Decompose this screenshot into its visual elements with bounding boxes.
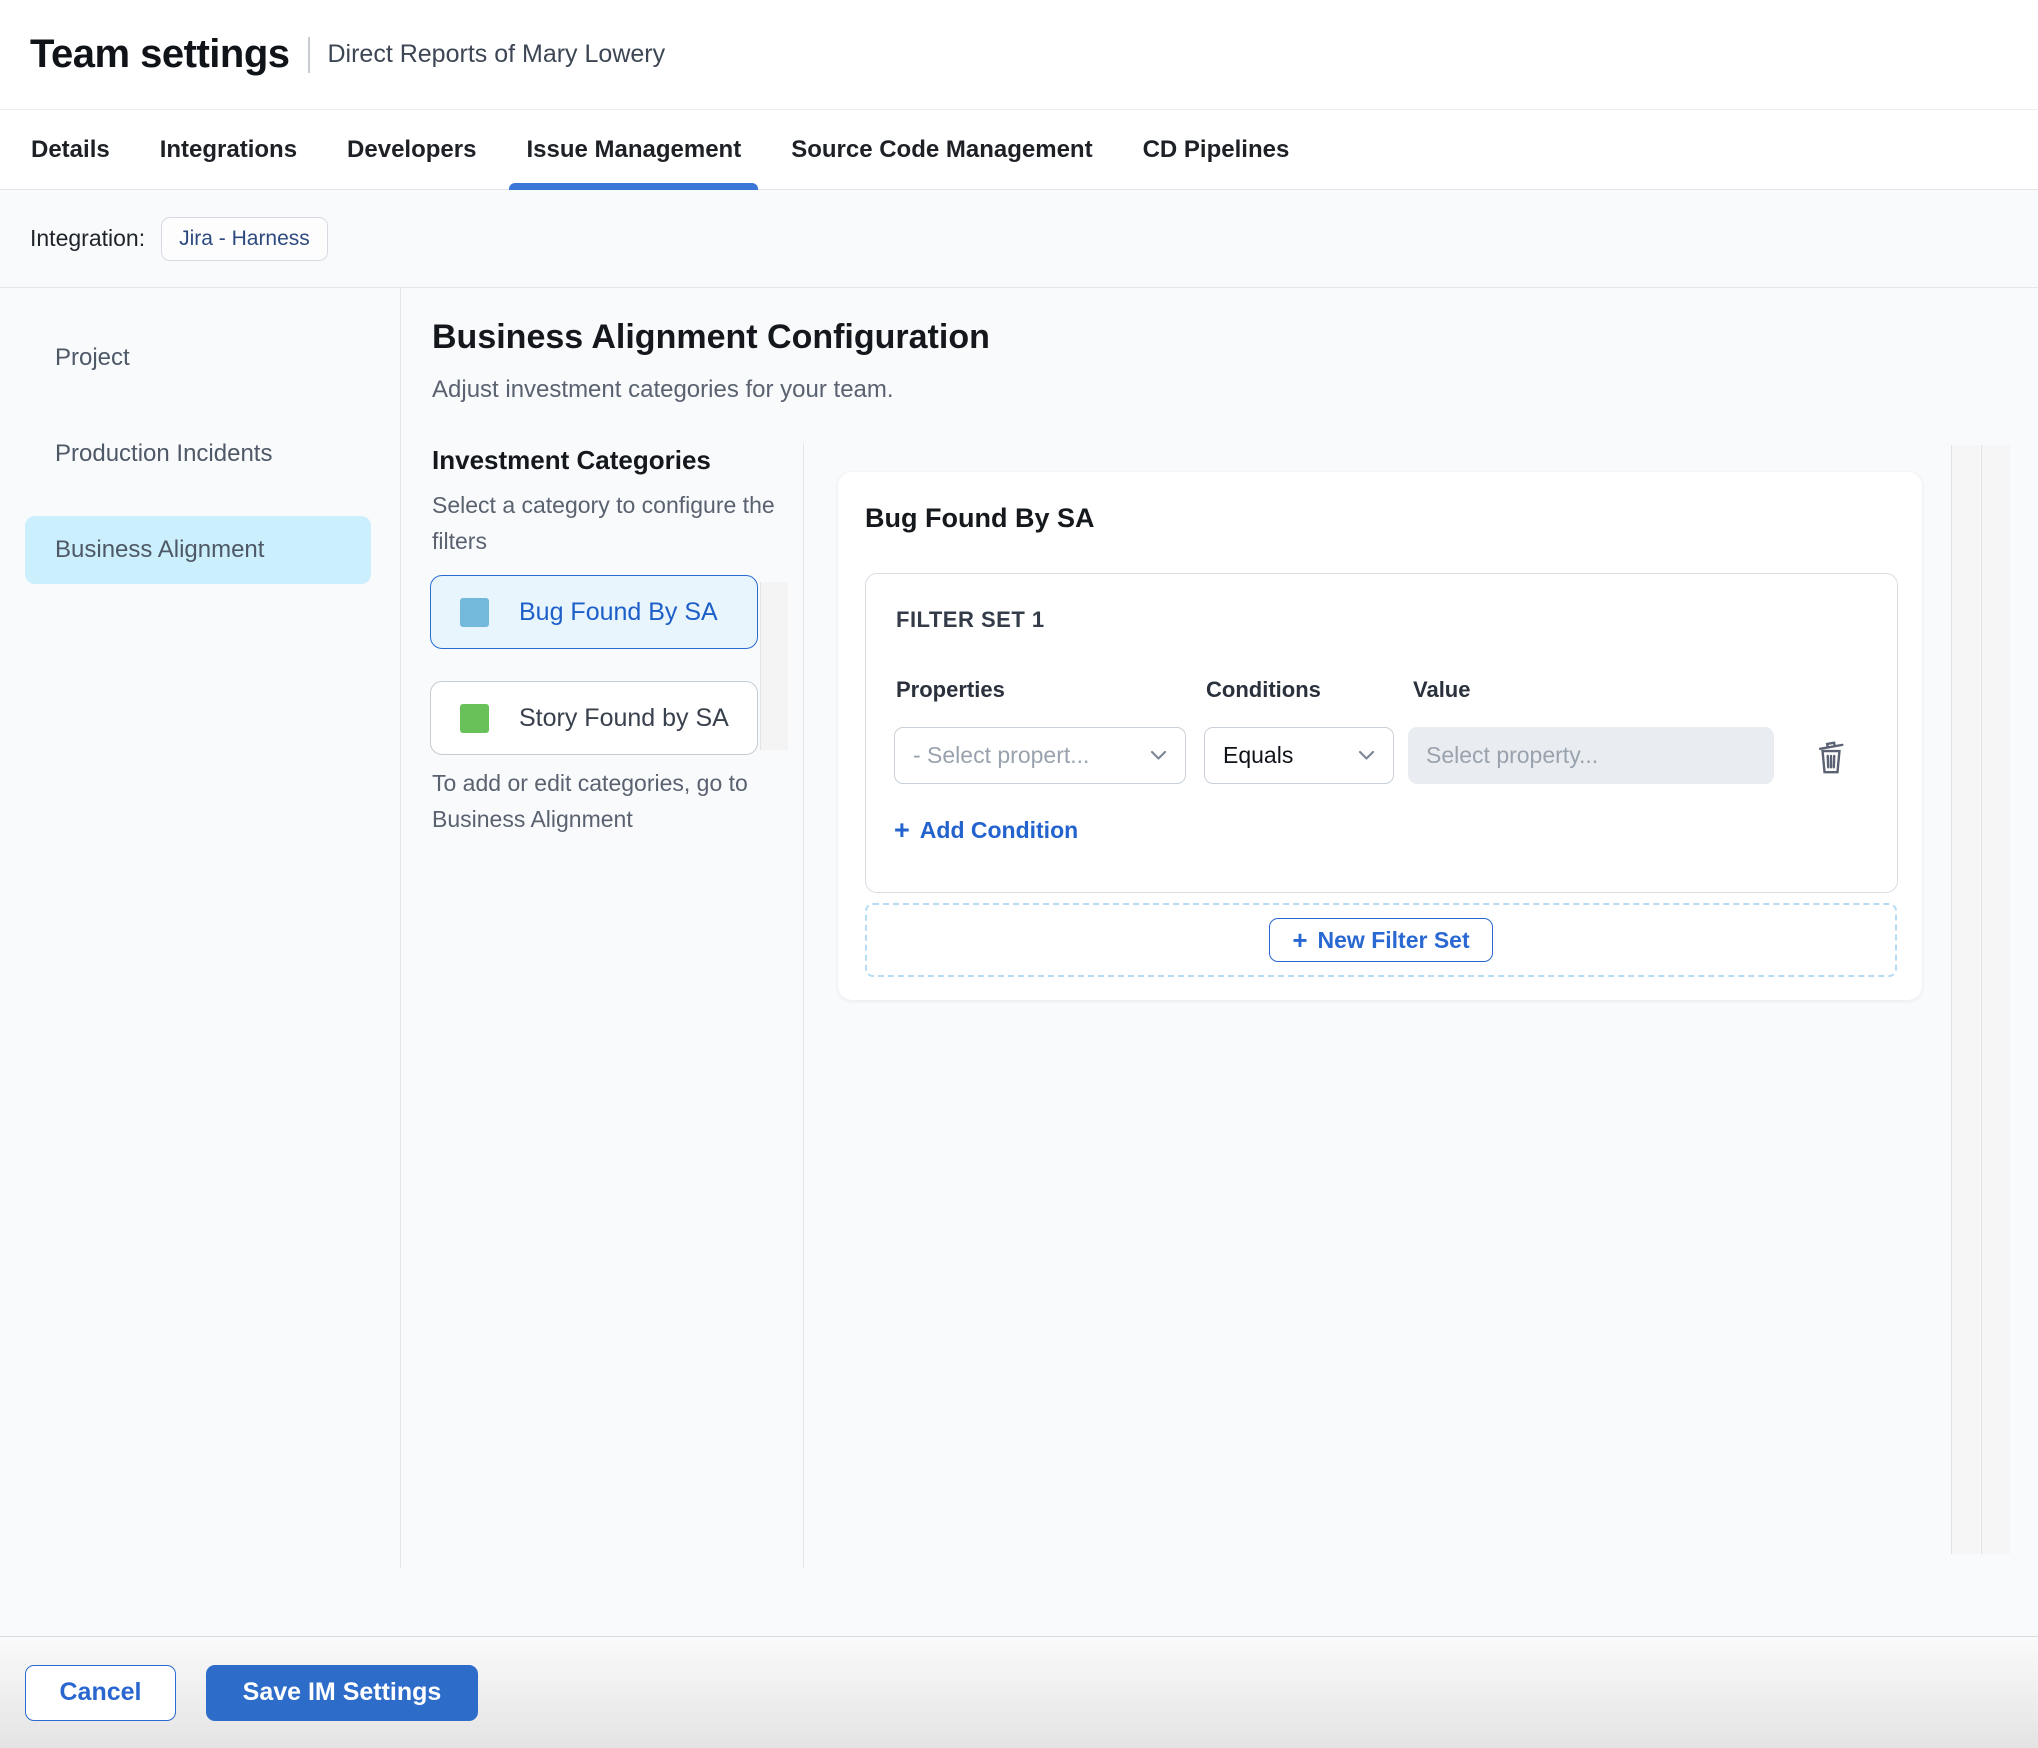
condition-select[interactable]: Equals: [1204, 727, 1394, 784]
sidebar-item-production-incidents[interactable]: Production Incidents: [25, 420, 371, 488]
sidebar-divider: [400, 288, 401, 1568]
integration-badge[interactable]: Jira - Harness: [161, 216, 328, 261]
config-card-title: Bug Found By SA: [865, 503, 1095, 533]
category-label: Story Found by SA: [519, 703, 729, 732]
chevron-down-icon: [1150, 750, 1167, 760]
plus-icon: +: [894, 815, 910, 845]
investment-categories-title: Investment Categories: [432, 445, 711, 475]
category-config-card: Bug Found By SA FILTER SET 1 Properties …: [838, 472, 1922, 1000]
new-filter-set-dropzone: + New Filter Set: [865, 903, 1897, 977]
config-subtitle: Adjust investment categories for your te…: [432, 376, 894, 403]
value-input[interactable]: [1408, 727, 1774, 784]
categories-divider: [803, 443, 804, 1568]
page-header: Team settings Direct Reports of Mary Low…: [0, 0, 2038, 110]
delete-condition-button[interactable]: [1814, 737, 1848, 775]
tab-integrations[interactable]: Integrations: [143, 110, 314, 189]
integration-label: Integration:: [30, 225, 146, 251]
filter-set-title: FILTER SET 1: [896, 607, 1045, 632]
tab-details[interactable]: Details: [14, 110, 127, 189]
column-header-properties: Properties: [896, 677, 1005, 702]
section-nav: Project Production Incidents Business Al…: [0, 324, 400, 612]
condition-row: - Select propert... Equals: [894, 727, 1848, 784]
card-scrollbar[interactable]: [1951, 445, 1980, 1554]
add-condition-button[interactable]: + Add Condition: [894, 817, 1078, 844]
sidebar-item-project[interactable]: Project: [25, 324, 371, 392]
property-select[interactable]: - Select propert...: [894, 727, 1186, 784]
categories-footnote: To add or edit categories, go to Busines…: [432, 770, 748, 832]
category-item-story-found-by-sa[interactable]: Story Found by SA: [430, 681, 758, 755]
title-separator: [307, 36, 310, 73]
filter-set-panel: FILTER SET 1 Properties Conditions Value…: [865, 573, 1898, 893]
category-color-swatch: [460, 597, 489, 627]
chevron-down-icon: [1358, 750, 1375, 760]
category-item-bug-found-by-sa[interactable]: Bug Found By SA: [430, 575, 758, 649]
column-header-value: Value: [1413, 677, 1471, 702]
property-select-value: - Select propert...: [913, 742, 1090, 768]
page-title: Team settings: [30, 32, 290, 76]
main-content: Project Production Incidents Business Al…: [0, 288, 2038, 1636]
investment-categories-helper: Select a category to configure the filte…: [432, 492, 775, 554]
new-filter-set-label: New Filter Set: [1317, 926, 1470, 953]
config-title: Business Alignment Configuration: [432, 318, 990, 356]
settings-tabbar: Details Integrations Developers Issue Ma…: [0, 110, 2038, 190]
trash-icon: [1818, 740, 1844, 773]
footer-actionbar: Cancel Save IM Settings: [0, 1636, 2038, 1748]
tab-source-code-management[interactable]: Source Code Management: [774, 110, 1109, 189]
page-scrollbar[interactable]: [1981, 445, 2010, 1554]
category-list-scrollbar[interactable]: [760, 582, 788, 750]
save-im-settings-button[interactable]: Save IM Settings: [206, 1664, 478, 1721]
sidebar-item-business-alignment[interactable]: Business Alignment: [25, 516, 371, 584]
integration-row: Integration: Jira - Harness: [0, 190, 2038, 288]
condition-select-value: Equals: [1223, 742, 1294, 768]
tab-developers[interactable]: Developers: [330, 110, 493, 189]
category-label: Bug Found By SA: [519, 597, 718, 626]
new-filter-set-button[interactable]: + New Filter Set: [1269, 918, 1493, 962]
category-list: Bug Found By SA Story Found by SA: [430, 575, 758, 787]
team-name-subtitle: Direct Reports of Mary Lowery: [327, 40, 666, 68]
tab-issue-management[interactable]: Issue Management: [509, 110, 758, 190]
cancel-button[interactable]: Cancel: [25, 1664, 176, 1721]
tab-cd-pipelines[interactable]: CD Pipelines: [1126, 110, 1307, 189]
category-color-swatch: [460, 703, 489, 733]
plus-icon: +: [1292, 925, 1308, 955]
add-condition-label: Add Condition: [919, 817, 1079, 843]
filter-column-headers: Properties Conditions Value: [896, 677, 1470, 703]
team-settings-page: Team settings Direct Reports of Mary Low…: [0, 0, 2038, 1748]
column-header-conditions: Conditions: [1206, 677, 1321, 702]
